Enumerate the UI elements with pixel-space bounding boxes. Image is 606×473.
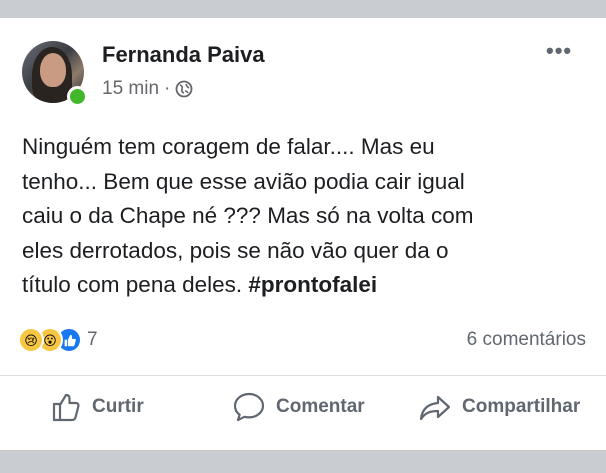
- post-text-line: título com pena deles. #prontofalei: [22, 268, 542, 303]
- post-text-line: caiu o da Chape né ??? Mas só na volta c…: [22, 203, 474, 228]
- share-label: Compartilhar: [462, 396, 581, 417]
- thumbs-up-icon: [50, 391, 82, 423]
- avatar[interactable]: [22, 41, 88, 107]
- like-label: Curtir: [92, 396, 144, 417]
- post-body: Ninguém tem coragem de falar.... Mas eu …: [22, 130, 542, 303]
- divider: [0, 375, 606, 376]
- more-options-icon[interactable]: •••: [546, 40, 572, 62]
- post-text-line: eles derrotados, pois se não vão quer da…: [22, 237, 449, 263]
- reactions-summary[interactable]: 😢 😮 7: [18, 327, 98, 353]
- online-status-dot: [67, 86, 88, 107]
- action-bar: Curtir Comentar Compartilhar: [0, 391, 606, 437]
- comment-bubble-icon: [232, 391, 266, 423]
- post-meta: 15 min ·: [102, 78, 193, 100]
- hashtag-link[interactable]: #prontofalei: [248, 272, 377, 297]
- meta-separator: ·: [164, 78, 171, 99]
- post-text-line: tenho... Bem que esse avião podia cair i…: [22, 168, 465, 194]
- reactions-count: 7: [87, 329, 98, 350]
- comment-label: Comentar: [276, 396, 365, 417]
- share-arrow-icon: [418, 391, 452, 423]
- like-button[interactable]: Curtir: [50, 391, 144, 423]
- sad-reaction-icon: 😢: [18, 327, 44, 353]
- author-name[interactable]: Fernanda Paiva: [102, 42, 265, 68]
- comment-button[interactable]: Comentar: [232, 391, 365, 423]
- post-text-line: Ninguém tem coragem de falar.... Mas eu: [22, 134, 435, 159]
- comments-count-link[interactable]: 6 comentários: [467, 329, 586, 351]
- post-text-line-end: título com pena deles.: [22, 272, 249, 297]
- post-card: Fernanda Paiva 15 min · ••• Ninguém tem …: [0, 18, 606, 450]
- share-button[interactable]: Compartilhar: [418, 391, 580, 423]
- post-timestamp[interactable]: 15 min: [102, 78, 159, 100]
- globe-icon: [175, 80, 193, 98]
